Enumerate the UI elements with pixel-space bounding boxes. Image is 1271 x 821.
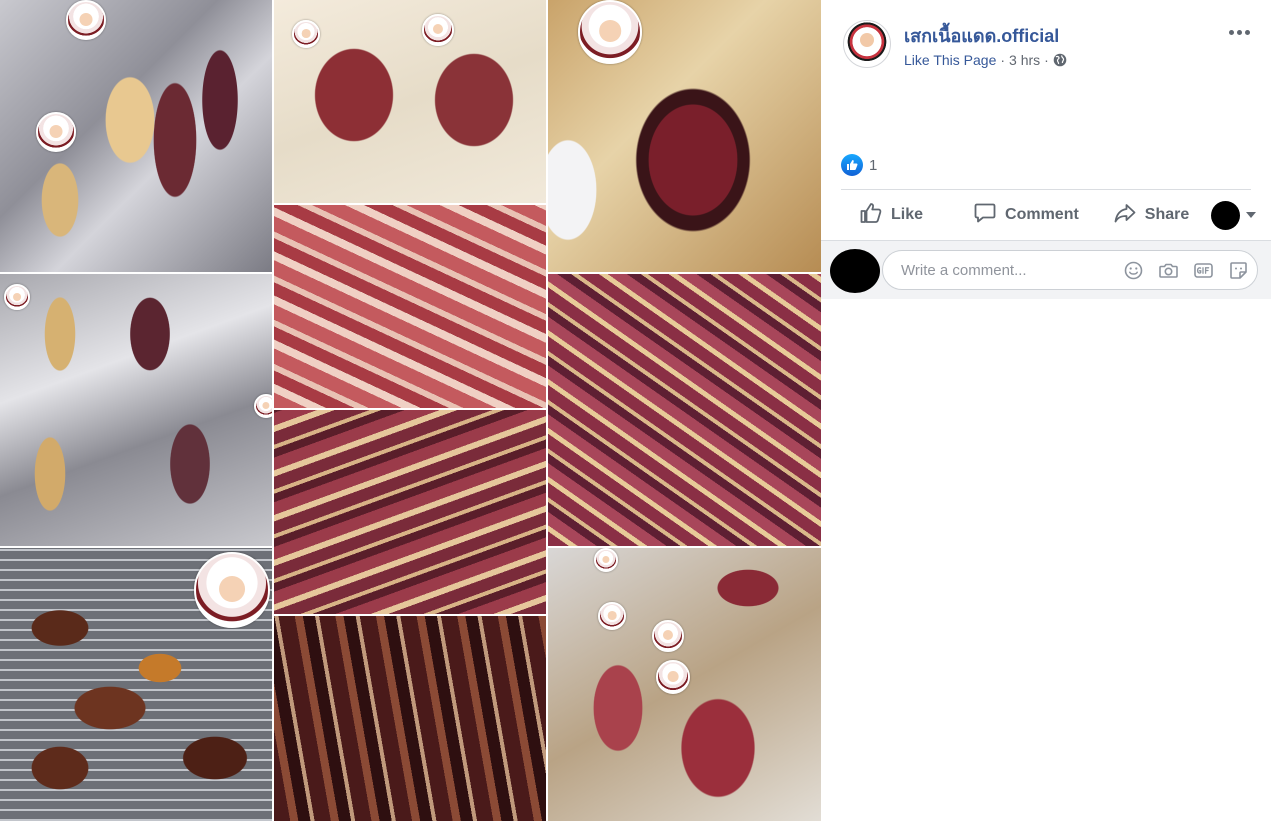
- comment-composer: [821, 240, 1271, 299]
- reaction-count: 1: [869, 156, 878, 174]
- comment-input[interactable]: [899, 260, 1113, 280]
- reaction-summary[interactable]: 1: [841, 154, 877, 176]
- like-page-link[interactable]: Like This Page: [904, 52, 996, 68]
- photo-dried-beef-strips-1[interactable]: [274, 410, 546, 614]
- brand-logo: [598, 602, 626, 630]
- post-timestamp[interactable]: 3 hrs: [1009, 52, 1040, 68]
- photo-packs-in-basket[interactable]: [548, 548, 821, 821]
- brand-logo: [194, 552, 270, 628]
- page-name-link[interactable]: เสกเนื้อแดด.official: [904, 21, 1059, 50]
- post-panel: เสกเนื้อแดด.official Like This Page · 3 …: [821, 0, 1271, 821]
- post-actions-bar: Like Comment Share: [841, 194, 1257, 236]
- caret-down-icon: [1246, 212, 1257, 218]
- brand-logo: [4, 284, 30, 310]
- photo-vacuum-packs-2[interactable]: [0, 274, 272, 546]
- share-button[interactable]: Share: [1103, 195, 1199, 235]
- like-label: Like: [891, 206, 924, 223]
- camera-icon[interactable]: [1158, 260, 1179, 281]
- brand-logo: [36, 112, 76, 152]
- photo-raw-pork-strips[interactable]: [274, 205, 546, 408]
- globe-icon[interactable]: [1053, 53, 1067, 67]
- divider: [841, 189, 1251, 190]
- brand-logo: [656, 660, 690, 694]
- sticker-icon[interactable]: [1228, 260, 1249, 281]
- brand-logo: [594, 548, 618, 572]
- gif-icon[interactable]: [1193, 260, 1214, 281]
- photo-hand-holding-pack[interactable]: [548, 0, 821, 272]
- more-options-icon[interactable]: [1227, 24, 1251, 40]
- comment-input-box[interactable]: [882, 250, 1258, 290]
- brand-logo: [422, 14, 454, 46]
- share-label: Share: [1144, 206, 1190, 223]
- brand-logo: [652, 620, 684, 652]
- thumbs-up-reaction-icon: [841, 154, 863, 176]
- photo-vacuum-packs-1[interactable]: [0, 0, 272, 272]
- photo-vacuum-beef-pack[interactable]: [274, 616, 546, 821]
- meta-separator: ·: [1000, 52, 1006, 68]
- comment-button[interactable]: Comment: [963, 195, 1089, 235]
- meta-separator: ·: [1044, 52, 1049, 68]
- photo-collage[interactable]: [0, 0, 821, 821]
- post-as-selector[interactable]: [1211, 200, 1257, 230]
- share-arrow-icon: [1113, 201, 1137, 230]
- thumbs-up-icon: [859, 201, 883, 230]
- like-button[interactable]: Like: [849, 195, 933, 235]
- photo-dried-beef-strips-2[interactable]: [548, 274, 821, 546]
- smiley-icon[interactable]: [1123, 260, 1144, 281]
- photo-jerky-packs-on-white[interactable]: [274, 0, 546, 203]
- photo-fried-jerky[interactable]: [0, 548, 272, 821]
- comment-tools: [1123, 260, 1249, 281]
- brand-logo: [292, 20, 320, 48]
- comment-label: Comment: [1005, 206, 1079, 223]
- post-meta: Like This Page · 3 hrs ·: [904, 52, 1067, 68]
- commenter-avatar[interactable]: [830, 249, 880, 293]
- brand-logo: [66, 0, 106, 40]
- brand-logo: [578, 0, 642, 64]
- comment-bubble-icon: [973, 201, 997, 230]
- avatar: [1211, 200, 1241, 230]
- page-avatar[interactable]: [843, 20, 891, 68]
- brand-logo: [254, 394, 272, 418]
